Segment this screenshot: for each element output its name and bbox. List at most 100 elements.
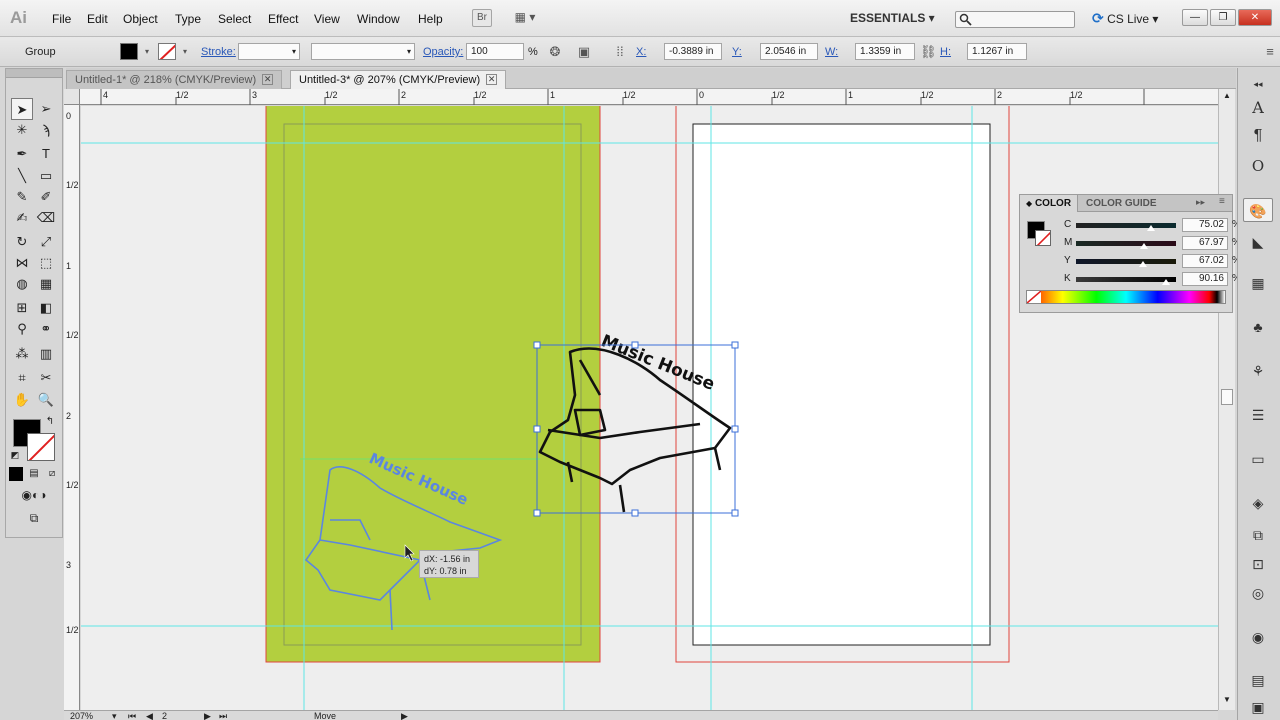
tab-untitled-1[interactable]: Untitled-1* @ 218% (CMYK/Preview) ✕ xyxy=(66,70,283,89)
paragraph-panel-icon[interactable]: ¶ xyxy=(1243,124,1273,148)
selection-tool-icon[interactable]: ➤ xyxy=(11,98,33,120)
minimize-button[interactable]: — xyxy=(1182,9,1208,26)
height-field[interactable]: 1.1267 in xyxy=(967,43,1027,60)
status-menu-icon[interactable]: ▶ xyxy=(401,711,408,720)
swap-fill-stroke-icon[interactable]: ↰ xyxy=(43,415,57,429)
menu-select[interactable]: Select xyxy=(218,12,251,26)
column-graph-tool-icon[interactable]: ▥ xyxy=(35,343,57,365)
magenta-value[interactable]: 67.97 xyxy=(1182,236,1228,250)
artboards-panel-icon[interactable]: ⧉ xyxy=(1243,523,1273,547)
paintbrush-tool-icon[interactable]: ✎ xyxy=(11,186,33,208)
appearance-panel-icon[interactable]: ◎ xyxy=(1243,581,1273,605)
brushes-panel-icon[interactable]: ♣ xyxy=(1243,315,1273,339)
magenta-slider-thumb[interactable] xyxy=(1140,243,1148,249)
eyedropper-tool-icon[interactable]: ⚲ xyxy=(11,318,33,340)
tools-panel-header[interactable] xyxy=(6,69,62,78)
magenta-slider[interactable] xyxy=(1076,241,1176,246)
pathfinder-panel-icon[interactable]: ▣ xyxy=(1243,695,1273,719)
layers-panel-icon[interactable]: ◈ xyxy=(1243,491,1273,515)
gradient-tool-icon[interactable]: ◧ xyxy=(35,297,57,319)
opentype-panel-icon[interactable]: O xyxy=(1243,154,1273,178)
cs-live-menu[interactable]: ⟳ CS Live ▾ xyxy=(1092,10,1158,27)
color-mode-icon[interactable] xyxy=(9,467,23,481)
pencil-tool-icon[interactable]: ✐ xyxy=(35,186,57,208)
search-input[interactable] xyxy=(955,11,1075,28)
black-value[interactable]: 90.16 xyxy=(1182,272,1228,286)
rectangle-tool-icon[interactable]: ▭ xyxy=(35,165,57,187)
artboard-number[interactable]: 2 xyxy=(162,711,167,720)
close-icon[interactable]: ✕ xyxy=(486,74,498,85)
scroll-down-icon[interactable]: ▼ xyxy=(1223,695,1231,704)
stroke-weight-field[interactable]: ▾ xyxy=(238,43,300,60)
tab-untitled-3[interactable]: Untitled-3* @ 207% (CMYK/Preview) ✕ xyxy=(290,70,507,89)
opacity-field[interactable]: 100 xyxy=(466,43,524,60)
drawing-modes-icon[interactable]: ◉◐◑ xyxy=(9,487,59,503)
cyan-slider-thumb[interactable] xyxy=(1147,225,1155,231)
horizontal-ruler[interactable]: 4 1/2 3 1/2 2 1/2 1 1/2 0 1/2 1 1/2 2 1/… xyxy=(80,89,1218,105)
color-spectrum[interactable] xyxy=(1026,290,1226,304)
tab-color-guide[interactable]: COLOR GUIDE xyxy=(1080,195,1163,212)
yellow-slider-thumb[interactable] xyxy=(1139,261,1147,267)
zoom-chevron-icon[interactable]: ▾ xyxy=(112,711,117,720)
constrain-proportions-icon[interactable]: ⛓ xyxy=(920,44,937,60)
stroke-dropdown-icon[interactable]: ▾ xyxy=(177,44,193,60)
first-artboard-icon[interactable]: ⏮ xyxy=(128,711,136,720)
black-slider[interactable] xyxy=(1076,277,1176,282)
none-color-icon[interactable] xyxy=(1027,291,1041,303)
workspace-switcher[interactable]: ESSENTIALS ▾ xyxy=(850,11,935,25)
arrange-documents-button[interactable]: ▦ ▾ xyxy=(507,9,543,27)
gradient-panel-icon[interactable]: ▭ xyxy=(1243,447,1273,471)
panel-stroke-swatch[interactable] xyxy=(1035,230,1051,246)
menu-effect[interactable]: Effect xyxy=(268,12,298,26)
panel-menu-icon[interactable]: ≡ xyxy=(1219,196,1225,207)
blend-tool-icon[interactable]: ⚭ xyxy=(35,318,57,340)
symbols-panel-icon[interactable]: ⚘ xyxy=(1243,359,1273,383)
stroke-label[interactable]: Stroke: xyxy=(201,46,236,58)
recolor-artwork-icon[interactable]: ❂ xyxy=(547,44,563,60)
width-field[interactable]: 1.3359 in xyxy=(855,43,915,60)
menu-window[interactable]: Window xyxy=(357,12,400,26)
menu-view[interactable]: View xyxy=(314,12,340,26)
fill-dropdown-icon[interactable]: ▾ xyxy=(139,44,155,60)
scroll-thumb[interactable] xyxy=(1221,389,1233,405)
character-panel-icon[interactable]: A xyxy=(1243,96,1273,120)
align-to-icon[interactable]: ▣ xyxy=(576,44,592,60)
panel-expand-icon[interactable]: ▸▸ xyxy=(1196,197,1205,208)
x-field[interactable]: -0.3889 in xyxy=(664,43,722,60)
color-guide-panel-icon[interactable]: ◣ xyxy=(1243,230,1273,254)
maximize-button[interactable]: ❐ xyxy=(1210,9,1236,26)
previous-artboard-icon[interactable]: ◀ xyxy=(146,711,153,720)
width-tool-icon[interactable]: ⋈ xyxy=(11,252,33,274)
mesh-tool-icon[interactable]: ⊞ xyxy=(11,297,33,319)
black-slider-thumb[interactable] xyxy=(1162,279,1170,285)
magic-wand-tool-icon[interactable]: ✳ xyxy=(11,119,33,141)
cyan-value[interactable]: 75.02 xyxy=(1182,218,1228,232)
next-artboard-icon[interactable]: ▶ xyxy=(204,711,211,720)
cyan-slider[interactable] xyxy=(1076,223,1176,228)
tool-status[interactable]: Move xyxy=(314,711,336,720)
rotate-tool-icon[interactable]: ↻ xyxy=(11,231,33,253)
ruler-origin[interactable] xyxy=(64,89,80,105)
close-icon[interactable]: ✕ xyxy=(262,74,274,85)
yellow-slider[interactable] xyxy=(1076,259,1176,264)
screen-mode-icon[interactable]: ⧉ xyxy=(22,509,46,527)
menu-edit[interactable]: Edit xyxy=(87,12,108,26)
default-colors-icon[interactable]: ◩ xyxy=(9,449,21,461)
last-artboard-icon[interactable]: ⏭ xyxy=(219,711,227,720)
line-tool-icon[interactable]: ╲ xyxy=(11,165,33,187)
none-mode-icon[interactable]: ⧄ xyxy=(45,467,59,481)
artboard-tool-icon[interactable]: ⌗ xyxy=(11,367,33,389)
tab-color[interactable]: ◆ COLOR xyxy=(1020,195,1079,212)
zoom-tool-icon[interactable]: 🔍 xyxy=(35,389,57,411)
slice-tool-icon[interactable]: ✂ xyxy=(35,367,57,389)
gradient-mode-icon[interactable]: ▤ xyxy=(27,467,41,481)
variable-width-profile-field[interactable]: ▾ xyxy=(311,43,415,60)
vertical-scrollbar[interactable]: ▲ ▼ xyxy=(1218,89,1235,710)
fill-swatch[interactable] xyxy=(120,43,138,60)
scale-tool-icon[interactable]: ⤢ xyxy=(35,231,57,253)
bridge-button[interactable]: Br xyxy=(472,9,492,27)
swatches-panel-icon[interactable]: ▦ xyxy=(1243,271,1273,295)
zoom-level[interactable]: 207% xyxy=(70,711,93,720)
yellow-value[interactable]: 67.02 xyxy=(1182,254,1228,268)
menu-object[interactable]: Object xyxy=(123,12,158,26)
